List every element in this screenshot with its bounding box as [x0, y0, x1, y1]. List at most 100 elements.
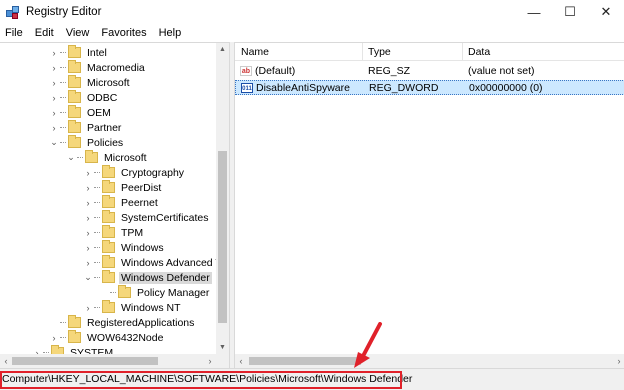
menu-help[interactable]: Help: [153, 27, 188, 39]
folder-icon: [68, 105, 81, 118]
scroll-right-arrow-icon[interactable]: ›: [204, 354, 216, 368]
chevron-right-icon[interactable]: ›: [83, 255, 93, 270]
tree-item-wow6432node[interactable]: › WOW6432Node: [49, 330, 165, 345]
chevron-right-icon[interactable]: ›: [49, 90, 59, 105]
tree-vertical-scrollbar[interactable]: ▲ ▼: [216, 43, 229, 354]
value-row-default[interactable]: ab (Default) REG_SZ (value not set): [235, 64, 624, 79]
scroll-left-arrow-icon[interactable]: ‹: [235, 354, 247, 368]
window-controls: — ☐ ✕: [516, 0, 624, 24]
tree-item-label: Cryptography: [121, 166, 185, 179]
tree-item-registeredapplications[interactable]: RegisteredApplications: [49, 315, 196, 330]
maximize-button[interactable]: ☐: [552, 0, 588, 24]
chevron-right-icon[interactable]: ›: [49, 120, 59, 135]
tree-item-label: Windows Advanced Th: [121, 256, 228, 269]
scroll-corner: [216, 354, 229, 368]
tree-connector: [94, 247, 100, 248]
tree-connector: [94, 172, 100, 173]
tree-item-label: PeerDist: [121, 181, 162, 194]
chevron-right-icon[interactable]: ›: [83, 165, 93, 180]
chevron-down-icon[interactable]: ⌄: [66, 150, 76, 165]
tree-item-label: RegisteredApplications: [87, 316, 195, 329]
chevron-right-icon[interactable]: ›: [83, 300, 93, 315]
tree-item-cryptography[interactable]: › Cryptography: [83, 165, 186, 180]
value-name: DisableAntiSpyware: [256, 82, 350, 94]
red-arrow-annotation-icon: [354, 322, 382, 368]
column-header-name[interactable]: Name: [241, 46, 269, 58]
chevron-right-icon[interactable]: ›: [83, 225, 93, 240]
tree-item-windows-defender[interactable]: ⌄ Windows Defender: [83, 270, 212, 285]
tree-item-odbc[interactable]: › ODBC: [49, 90, 119, 105]
tree-horizontal-scrollbar[interactable]: ‹ ›: [0, 354, 216, 368]
values-list-pane: Name Type Data ab (Default) REG_SZ (valu…: [234, 42, 624, 368]
menu-favorites[interactable]: Favorites: [95, 27, 152, 39]
column-divider[interactable]: [462, 43, 463, 61]
tree-item-tpm[interactable]: › TPM: [83, 225, 145, 240]
chevron-right-icon[interactable]: ›: [83, 195, 93, 210]
tree-item-label: Policies: [87, 136, 124, 149]
menu-edit[interactable]: Edit: [29, 27, 60, 39]
tree-item-microsoft[interactable]: ⌄ Microsoft: [66, 150, 149, 165]
close-button[interactable]: ✕: [588, 0, 624, 24]
scroll-left-arrow-icon[interactable]: ‹: [0, 354, 12, 368]
folder-icon: [68, 135, 81, 148]
folder-icon: [102, 180, 115, 193]
value-row-disableantispyware[interactable]: 011 DisableAntiSpyware REG_DWORD 0x00000…: [235, 80, 624, 95]
list-horizontal-scrollbar[interactable]: ‹ ›: [235, 354, 624, 368]
chevron-right-icon[interactable]: ›: [83, 210, 93, 225]
chevron-right-icon[interactable]: ›: [83, 240, 93, 255]
tree-connector: [60, 322, 66, 323]
folder-icon: [102, 255, 115, 268]
tree-item-systemcertificates[interactable]: › SystemCertificates: [83, 210, 211, 225]
tree-item-peernet[interactable]: › Peernet: [83, 195, 160, 210]
folder-icon: [118, 285, 131, 298]
chevron-right-icon[interactable]: ›: [49, 330, 59, 345]
tree-item-intel[interactable]: › Intel: [49, 45, 109, 60]
column-header-data[interactable]: Data: [468, 46, 490, 58]
tree-item-windows[interactable]: › Windows: [83, 240, 166, 255]
value-data: 0x00000000 (0): [469, 82, 543, 94]
folder-icon: [85, 150, 98, 163]
folder-icon: [102, 225, 115, 238]
tree-item-macromedia[interactable]: › Macromedia: [49, 60, 147, 75]
window-title: Registry Editor: [26, 6, 102, 18]
chevron-right-icon[interactable]: ›: [83, 180, 93, 195]
tree-item-windows-advanced-th[interactable]: › Windows Advanced Th: [83, 255, 229, 270]
string-value-icon: ab: [240, 66, 252, 76]
tree-item-label: Macromedia: [87, 61, 145, 74]
tree-item-partner[interactable]: › Partner: [49, 120, 123, 135]
chevron-right-icon[interactable]: ›: [49, 45, 59, 60]
chevron-down-icon[interactable]: ⌄: [49, 135, 59, 150]
tree-connector: [60, 52, 66, 53]
menu-file[interactable]: File: [0, 27, 29, 39]
tree-vertical-scroll-thumb[interactable]: [218, 151, 227, 323]
title-bar: Registry Editor — ☐ ✕: [0, 0, 624, 24]
tree-horizontal-scroll-thumb[interactable]: [12, 357, 158, 365]
chevron-right-icon[interactable]: ›: [49, 105, 59, 120]
tree-item-peerdist[interactable]: › PeerDist: [83, 180, 163, 195]
minimize-button[interactable]: —: [516, 0, 552, 24]
menu-view[interactable]: View: [60, 27, 96, 39]
tree-connector: [60, 67, 66, 68]
chevron-down-icon[interactable]: ⌄: [83, 270, 93, 285]
tree-item-windows-nt[interactable]: › Windows NT: [83, 300, 183, 315]
scroll-right-arrow-icon[interactable]: ›: [613, 354, 624, 368]
tree-item-oem[interactable]: › OEM: [49, 105, 113, 120]
dword-value-icon: 011: [241, 83, 253, 93]
column-divider[interactable]: [362, 43, 363, 61]
scroll-down-arrow-icon[interactable]: ▼: [216, 341, 229, 354]
scroll-up-arrow-icon[interactable]: ▲: [216, 43, 229, 56]
chevron-right-icon[interactable]: ›: [49, 75, 59, 90]
list-horizontal-scroll-thumb[interactable]: [249, 357, 361, 365]
tree-item-policy-manager[interactable]: Policy Manager: [99, 285, 211, 300]
tree-item-microsoft[interactable]: › Microsoft: [49, 75, 132, 90]
folder-icon: [102, 195, 115, 208]
path-highlight-box: [0, 371, 402, 389]
tree-connector: [60, 82, 66, 83]
tree-connector: [94, 217, 100, 218]
column-header-type[interactable]: Type: [368, 46, 391, 58]
folder-icon: [68, 90, 81, 103]
tree-item-policies[interactable]: ⌄ Policies: [49, 135, 125, 150]
chevron-right-icon[interactable]: ›: [49, 60, 59, 75]
folder-icon: [68, 120, 81, 133]
